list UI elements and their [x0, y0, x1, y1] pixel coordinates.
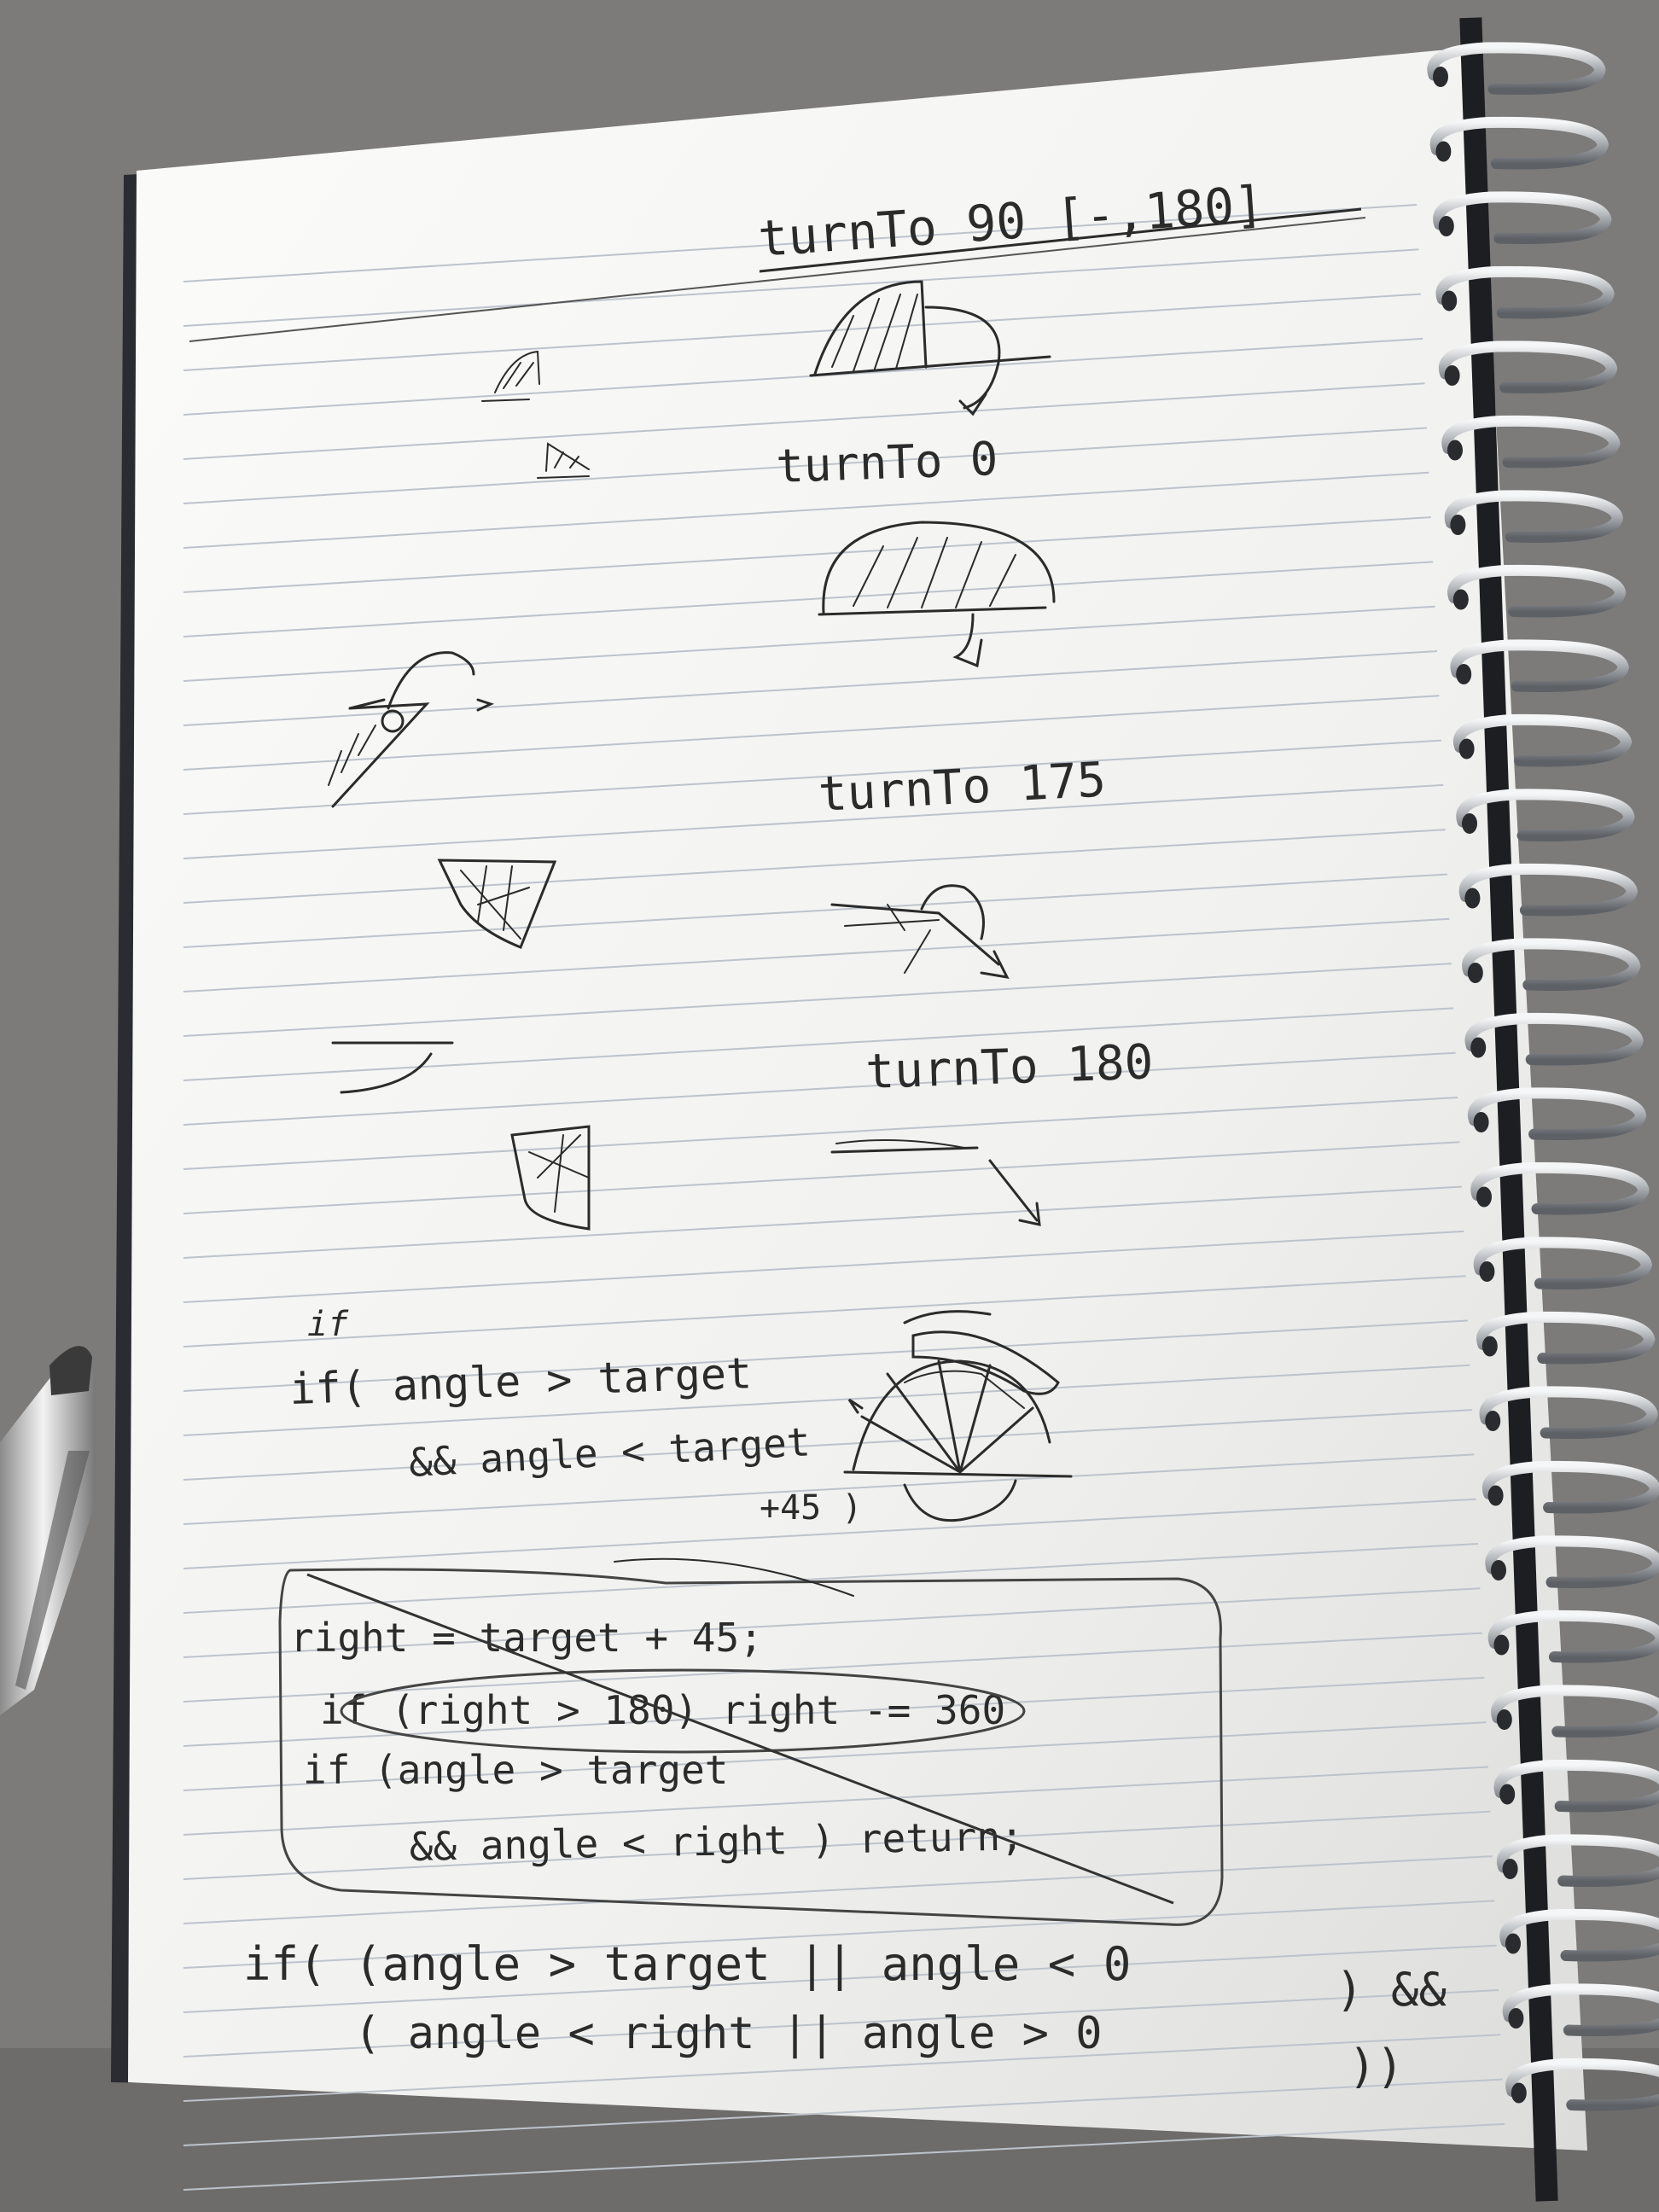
final-line-2-end: )) — [1348, 2040, 1404, 2093]
spiral-hole — [1485, 1411, 1501, 1431]
spiral-hole — [1493, 1634, 1510, 1656]
final-line-2: ( angle < right || angle > 0 — [354, 2008, 1103, 2059]
spiral-hole — [1487, 1485, 1504, 1506]
spiral-hole — [1450, 515, 1466, 535]
spiral-hole — [1441, 290, 1458, 311]
spiral-hole — [1447, 439, 1463, 461]
box-line-3: if (angle > target — [303, 1747, 729, 1793]
notebook-photo: turnTo 90 [-,180] turnTo 0 turnTo 175 tu… — [0, 0, 1659, 2212]
spiral-hole — [1433, 67, 1448, 87]
spiral-hole — [1462, 813, 1477, 834]
spiral-hole — [1502, 1859, 1518, 1879]
spiral-hole — [1496, 1709, 1512, 1730]
box-line-1: right = target + 45; — [290, 1615, 763, 1661]
spiral-hole — [1491, 1560, 1506, 1580]
spiral-hole — [1473, 1112, 1489, 1132]
condition-line-3: +45 ) — [760, 1488, 862, 1528]
spiral-hole — [1505, 1933, 1521, 1954]
spiral-hole — [1438, 216, 1454, 236]
spiral-hole — [1476, 1186, 1492, 1208]
spiral-hole — [1456, 664, 1472, 684]
if-scribble: if — [307, 1305, 349, 1344]
final-line-1: if( (angle > target || angle < 0 — [243, 1937, 1131, 1991]
spiral-hole — [1479, 1261, 1495, 1282]
spiral-hole — [1508, 2008, 1524, 2029]
spiral-hole — [1511, 2082, 1527, 2104]
spiral-hole — [1458, 738, 1475, 760]
spiral-hole — [1481, 1336, 1498, 1357]
spiral-hole — [1467, 963, 1483, 983]
spiral-hole — [1435, 141, 1452, 162]
spiral-hole — [1470, 1037, 1487, 1058]
heading-turnto-0: turnTo 0 — [775, 432, 998, 493]
spiral-hole — [1452, 589, 1469, 610]
spiral-hole — [1464, 888, 1481, 909]
heading-turnto-180: turnTo 180 — [864, 1034, 1154, 1100]
final-line-1-end: ) && — [1336, 1963, 1447, 2017]
spiral-hole — [1444, 365, 1460, 386]
spiral-hole — [1499, 1784, 1516, 1805]
